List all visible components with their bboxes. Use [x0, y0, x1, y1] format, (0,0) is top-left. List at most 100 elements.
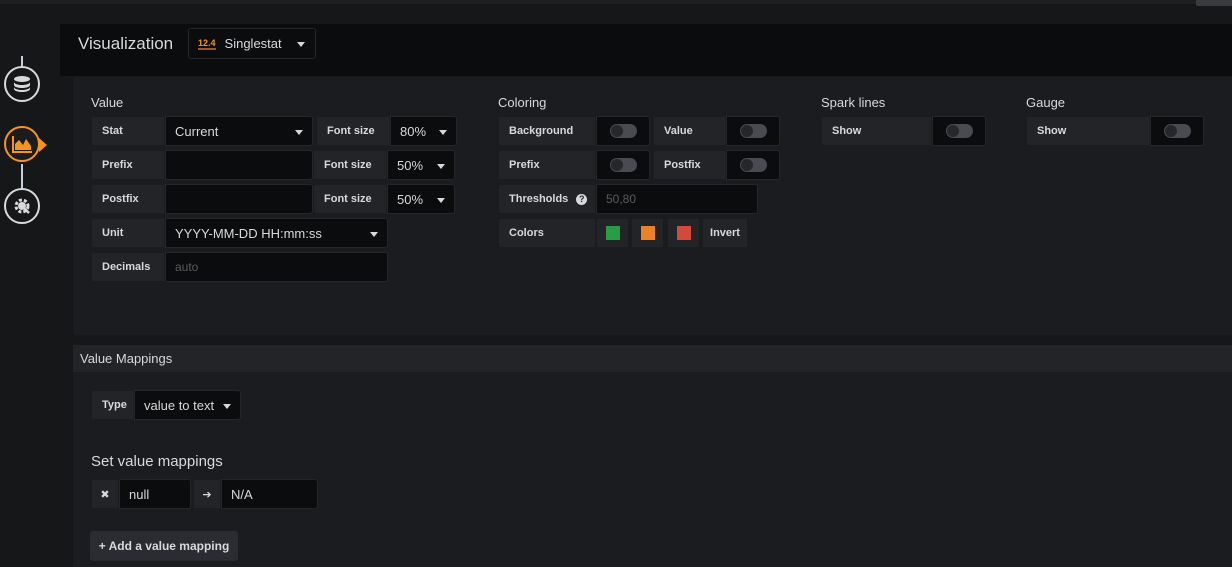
colors-row: Colors Invert	[498, 218, 748, 248]
visualization-title: Visualization	[78, 34, 174, 53]
add-value-mapping-button[interactable]: + Add a value mapping	[90, 531, 238, 561]
prefix-font-size-value: 50%	[397, 157, 424, 173]
font-size-label: Font size	[313, 184, 387, 214]
toggle-switch	[739, 124, 767, 138]
thresholds-label: Thresholds ?	[498, 184, 596, 214]
type-label: Type	[91, 390, 134, 420]
rail-general-button[interactable]	[4, 188, 40, 224]
spark-lines-row: Show	[821, 116, 986, 146]
thresholds-row: Thresholds ? 50,80	[498, 184, 758, 214]
color-swatch-green	[605, 226, 620, 240]
font-size-label: Font size	[313, 150, 387, 180]
arrow-right-cell: ➔	[193, 479, 221, 509]
stat-select[interactable]: Current	[165, 116, 313, 146]
color-swatch-orange	[640, 226, 655, 240]
show-label: Show	[1026, 116, 1150, 146]
color-postfix-toggle[interactable]	[726, 150, 780, 180]
spark-lines-title: Spark lines	[821, 95, 886, 110]
remove-mapping-button[interactable]: ✖	[91, 479, 119, 509]
set-value-mappings-title: Set value mappings	[91, 453, 223, 470]
value-mappings-title: Value Mappings	[80, 351, 173, 366]
decimals-input[interactable]: auto	[165, 252, 388, 282]
color-value-row: Value	[653, 116, 780, 146]
postfix-font-size-select[interactable]: 50%	[387, 184, 455, 214]
postfix-input[interactable]	[165, 184, 313, 214]
visualization-picker[interactable]: 12.4 Singlestat	[188, 28, 316, 59]
invert-button[interactable]: Invert	[702, 218, 748, 248]
prefix-font-size-select[interactable]: 50%	[387, 150, 455, 180]
editor-rail	[0, 4, 60, 567]
unit-label: Unit	[91, 218, 165, 248]
color-swatch-button[interactable]	[596, 218, 629, 248]
thresholds-label-text: Thresholds	[509, 193, 569, 205]
spark-lines-toggle[interactable]	[932, 116, 986, 146]
prefix-label: Prefix	[498, 150, 596, 180]
colors-label: Colors	[498, 218, 596, 248]
color-swatch-red	[676, 226, 691, 240]
scrollbar-thumb[interactable]	[1196, 0, 1232, 6]
gear-wrench-icon	[14, 198, 30, 214]
chevron-down-icon	[223, 404, 231, 409]
stat-value: Current	[175, 123, 219, 139]
visualization-header: Visualization 12.4 Singlestat	[60, 24, 1232, 76]
close-icon: ✖	[100, 488, 110, 501]
postfix-label: Postfix	[91, 184, 165, 214]
postfix-font-size-value: 50%	[397, 191, 424, 207]
chevron-down-icon	[370, 232, 378, 237]
gauge-row: Show	[1026, 116, 1204, 146]
stat-row: Stat Current	[91, 116, 313, 146]
value-mappings-body: Type value to text Set value mappings ✖ …	[73, 372, 1232, 567]
prefix-font-row: Font size 50%	[313, 150, 455, 180]
visualization-name: Singlestat	[224, 36, 282, 51]
color-swatch-button[interactable]	[667, 218, 700, 248]
color-value-toggle[interactable]	[726, 116, 780, 146]
chevron-down-icon	[437, 198, 445, 203]
stat-font-row: Font size 80%	[316, 116, 457, 146]
prefix-input[interactable]	[165, 150, 313, 180]
thresholds-input[interactable]: 50,80	[596, 184, 758, 214]
chevron-down-icon	[295, 130, 303, 135]
mapping-row: ✖ null ➔ N/A	[91, 479, 318, 509]
value-mappings-header[interactable]: Value Mappings	[73, 345, 1232, 372]
value-section-title: Value	[91, 95, 124, 110]
toggle-switch	[739, 158, 767, 172]
toggle-switch	[609, 158, 637, 172]
stat-label: Stat	[91, 116, 165, 146]
mapping-type-select[interactable]: value to text	[134, 390, 241, 420]
prefix-label: Prefix	[91, 150, 165, 180]
coloring-section-title: Coloring	[498, 95, 547, 110]
decimals-row: Decimals auto	[91, 252, 388, 282]
postfix-font-row: Font size 50%	[313, 184, 455, 214]
help-icon[interactable]: ?	[576, 193, 588, 205]
gauge-toggle[interactable]	[1150, 116, 1204, 146]
toggle-switch	[945, 124, 973, 138]
mapping-type-value: value to text	[144, 397, 215, 413]
color-swatch-button[interactable]	[631, 218, 664, 248]
background-toggle[interactable]	[596, 116, 650, 146]
unit-select[interactable]: YYYY-MM-DD HH:mm:ss	[165, 218, 388, 248]
stat-font-size-value: 80%	[400, 123, 427, 139]
arrow-right-icon: ➔	[202, 488, 212, 501]
stat-font-size-select[interactable]: 80%	[390, 116, 457, 146]
mapping-from-input[interactable]: null	[119, 479, 191, 509]
postfix-row: Postfix	[91, 184, 313, 214]
unit-value: YYYY-MM-DD HH:mm:ss	[175, 225, 322, 241]
postfix-label: Postfix	[653, 150, 726, 180]
chevron-down-icon	[297, 42, 305, 47]
color-prefix-row: Prefix	[498, 150, 650, 180]
options-panel: Value Stat Current Font size 80% Prefix …	[73, 77, 1232, 335]
mapping-type-row: Type value to text	[91, 390, 241, 420]
color-prefix-toggle[interactable]	[596, 150, 650, 180]
toggle-switch	[1163, 124, 1191, 138]
background-label: Background	[498, 116, 596, 146]
show-label: Show	[821, 116, 932, 146]
prefix-row: Prefix	[91, 150, 313, 180]
mapping-to-input[interactable]: N/A	[221, 479, 318, 509]
rail-queries-button[interactable]	[4, 66, 40, 102]
rail-visualization-button[interactable]	[4, 126, 47, 162]
toggle-switch	[609, 124, 637, 138]
database-icon	[14, 76, 30, 92]
top-bar	[0, 0, 1232, 4]
unit-row: Unit YYYY-MM-DD HH:mm:ss	[91, 218, 388, 248]
area-chart-icon	[12, 136, 32, 153]
